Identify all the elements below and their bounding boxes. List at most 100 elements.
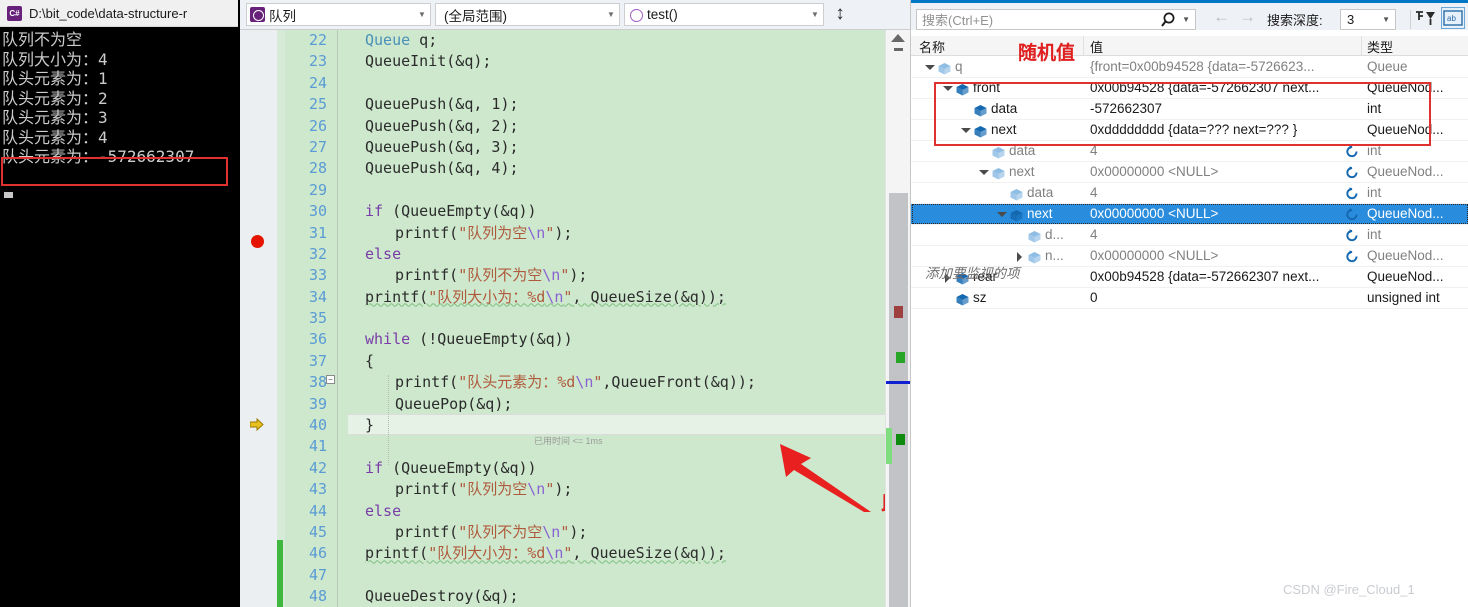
watch-panel: 搜索(Ctrl+E) ▼ ← → 搜索深度: 3 ▼ ab 名称 值 类型 q … [910, 0, 1468, 607]
code-line[interactable]: 36 while (!QueueEmpty(&q)) [240, 329, 880, 350]
collapse-triangle-icon[interactable] [961, 126, 971, 135]
watch-row[interactable]: data 4 int [911, 183, 1468, 204]
column-header-type[interactable]: 类型 [1367, 37, 1393, 56]
console-line: 队头元素为：4 [2, 127, 108, 147]
collapse-triangle-icon[interactable] [943, 84, 953, 93]
refresh-icon[interactable] [1345, 144, 1359, 159]
watch-row-value[interactable]: 4 [1090, 143, 1356, 158]
code-line[interactable]: 26 QueuePush(&q, 2); [240, 116, 880, 137]
variable-cube-icon [956, 293, 969, 306]
breakpoint-icon[interactable] [251, 235, 264, 248]
code-line[interactable]: 38 printf("队头元素为：%d\n",QueueFront(&q)); [240, 372, 880, 393]
line-number: 36 [308, 330, 327, 349]
code-line[interactable]: 30 if (QueueEmpty(&q)) [240, 201, 880, 222]
watch-row-value[interactable]: 0x00000000 <NULL> [1090, 206, 1356, 221]
pin-filter-icon[interactable] [1414, 8, 1438, 30]
chevron-down-icon[interactable]: ▼ [1182, 15, 1195, 24]
watch-row-value[interactable]: 4 [1090, 185, 1356, 200]
column-header-value[interactable]: 值 [1090, 37, 1103, 56]
refresh-icon[interactable] [1345, 228, 1359, 243]
scrollbar-thumb[interactable] [889, 193, 908, 607]
code-line[interactable]: 32 else [240, 244, 880, 265]
line-number: 23 [308, 52, 327, 71]
search-icon[interactable] [1160, 10, 1182, 29]
class-dropdown[interactable]: 队列 ▼ [246, 3, 431, 26]
line-number: 48 [308, 587, 327, 606]
watch-row-type: int [1367, 101, 1382, 116]
code-line[interactable]: 24 [240, 73, 880, 94]
hexadecimal-display-icon[interactable]: ab [1441, 7, 1465, 29]
code-line[interactable]: 31 printf("队列为空\n"); [240, 223, 880, 244]
column-divider[interactable] [1083, 36, 1084, 56]
line-number: 45 [308, 522, 327, 541]
column-divider[interactable] [1361, 36, 1362, 56]
code-text: printf("队列不为空\n"); [395, 266, 588, 285]
code-line[interactable]: 46 printf("队列大小为：%d\n", QueueSize(&q)); [240, 543, 880, 564]
watch-row-name: next [1027, 206, 1053, 221]
code-line[interactable]: 34 printf("队列大小为：%d\n", QueueSize(&q)); [240, 287, 880, 308]
code-line[interactable]: 37 { [240, 351, 880, 372]
code-text: printf("队列不为空\n"); [395, 522, 588, 541]
code-line[interactable]: 22 Queue q; [240, 30, 880, 51]
watch-row-value[interactable]: -572662307 [1090, 101, 1356, 116]
watch-row-value[interactable]: 0 [1090, 290, 1356, 305]
code-line[interactable]: 47 [240, 565, 880, 586]
variable-cube-icon [992, 167, 1005, 180]
code-line[interactable]: 28 QueuePush(&q, 4); [240, 158, 880, 179]
watch-row-value[interactable]: 0x00b94528 {data=-572662307 next... [1090, 80, 1356, 95]
watch-row-value[interactable]: 0xdddddddd {data=??? next=??? } [1090, 122, 1356, 137]
watch-row[interactable]: data -572662307 int [911, 99, 1468, 120]
console-line: 队列大小为：4 [2, 49, 108, 69]
refresh-icon[interactable] [1345, 186, 1359, 201]
code-line[interactable]: 29 [240, 180, 880, 201]
watch-row[interactable]: q {front=0x00b94528 {data=-5726623... Queu… [911, 57, 1468, 78]
watch-row[interactable]: sz 0 unsigned int [911, 288, 1468, 309]
watch-row[interactable]: next 0xdddddddd {data=??? next=??? } Queue… [911, 120, 1468, 141]
refresh-icon[interactable] [1345, 207, 1359, 222]
collapse-triangle-icon[interactable] [979, 168, 989, 177]
scroll-dash-icon[interactable] [894, 48, 903, 51]
watch-row-value[interactable]: 0x00000000 <NULL> [1090, 164, 1356, 179]
code-line[interactable]: 27 QueuePush(&q, 3); [240, 137, 880, 158]
scope-dropdown[interactable]: (全局范围) ▼ [435, 3, 620, 26]
nav-forward-icon[interactable]: → [1233, 7, 1262, 27]
editor-scrollbar[interactable] [885, 30, 911, 607]
code-line[interactable]: 25 QueuePush(&q, 1); [240, 94, 880, 115]
line-number: 35 [308, 309, 327, 328]
code-line[interactable]: 45 printf("队列不为空\n"); [240, 522, 880, 543]
watch-row-value[interactable]: {front=0x00b94528 {data=-5726623... [1090, 59, 1356, 74]
watch-row[interactable]: next 0x00000000 <NULL> QueueNod... [911, 204, 1468, 225]
code-line[interactable]: 48 QueueDestroy(&q); [240, 586, 880, 607]
code-line[interactable]: 35 [240, 308, 880, 329]
refresh-icon[interactable] [1345, 165, 1359, 180]
watch-row[interactable]: data 4 int [911, 141, 1468, 162]
code-line[interactable]: 23 QueueInit(&q); [240, 51, 880, 72]
code-line[interactable]: 39 QueuePop(&q); [240, 394, 880, 415]
code-editor[interactable]: 22 Queue q; 23 QueueInit(&q); 24 25 QueuePush(… [240, 30, 1180, 607]
column-header-name[interactable]: 名称 [919, 37, 945, 56]
nav-back-icon[interactable]: ← [1207, 7, 1236, 27]
watermark: CSDN @Fire_Cloud_1 [1283, 582, 1415, 597]
watch-row-value[interactable]: 4 [1090, 227, 1356, 242]
code-text: else [365, 244, 402, 263]
search-input[interactable]: 搜索(Ctrl+E) ▼ [916, 9, 1196, 30]
search-depth-label: 搜索深度: [1267, 13, 1323, 28]
split-view-icon[interactable] [829, 3, 851, 26]
collapse-triangle-icon[interactable] [925, 63, 935, 72]
collapse-triangle-icon[interactable] [997, 210, 1007, 219]
code-line[interactable]: 33 printf("队列不为空\n"); [240, 265, 880, 286]
watch-row-type: int [1367, 185, 1382, 200]
red-arrow-glyph [780, 444, 871, 512]
watch-row[interactable]: d... 4 int [911, 225, 1468, 246]
search-depth-dropdown[interactable]: 3 ▼ [1340, 9, 1396, 30]
watch-row[interactable]: next 0x00000000 <NULL> QueueNod... [911, 162, 1468, 183]
code-lines[interactable]: 22 Queue q; 23 QueueInit(&q); 24 25 QueuePush(… [240, 30, 880, 607]
function-dropdown[interactable]: test() ▼ [624, 3, 824, 26]
code-fold-toggle[interactable]: − [326, 375, 335, 384]
watch-row[interactable]: front 0x00b94528 {data=-572662307 next...… [911, 78, 1468, 99]
toolbar-separator [1410, 10, 1411, 29]
variable-cube-icon [938, 62, 951, 75]
add-watch-item-row[interactable]: 添加要监视的项 [911, 260, 1468, 281]
scroll-up-icon[interactable] [891, 34, 905, 42]
code-text: QueueInit(&q); [365, 52, 492, 71]
